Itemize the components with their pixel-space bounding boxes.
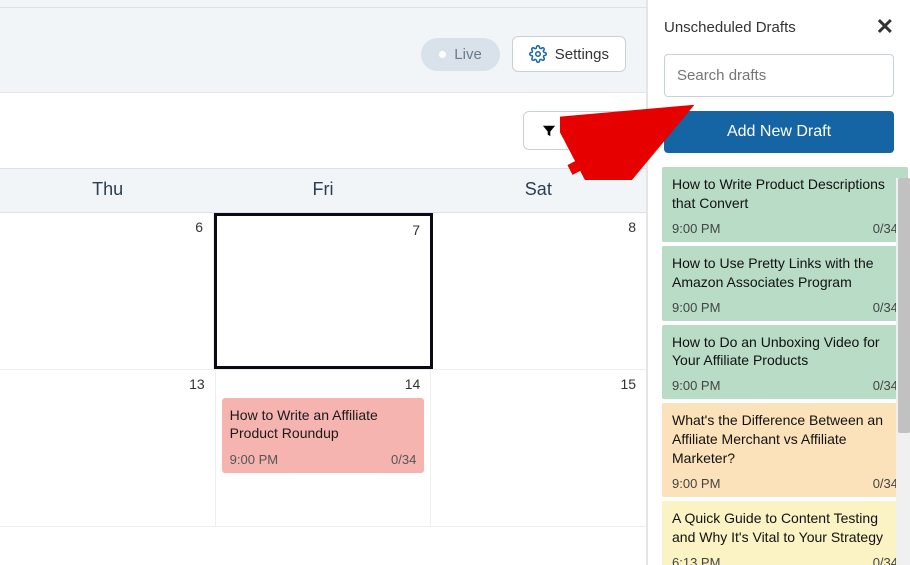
draft-title: How to Write Product Descriptions that C… [672, 175, 898, 213]
draft-card[interactable]: How to Write Product Descriptions that C… [662, 167, 908, 242]
cell-date: 13 [6, 376, 209, 392]
draft-title: A Quick Guide to Content Testing and Why… [672, 509, 898, 547]
filters-label: Filters [566, 122, 607, 139]
draft-title: What's the Difference Between an Affilia… [672, 411, 898, 468]
settings-label: Settings [555, 46, 609, 63]
search-input[interactable] [667, 57, 886, 94]
calendar-cell[interactable]: 6 [0, 213, 214, 369]
cell-date: 7 [223, 222, 424, 238]
calendar-cell[interactable]: 14 How to Write an Affiliate Product Rou… [216, 370, 432, 526]
toolbar: Filters [0, 93, 646, 168]
calendar-cell[interactable]: 15 [431, 370, 646, 526]
live-dot-icon [439, 51, 446, 58]
day-head-fri: Fri [215, 169, 430, 212]
calendar-grid: 6 7 8 13 14 How to [0, 213, 646, 527]
calendar-cell[interactable]: 13 [0, 370, 216, 526]
draft-card[interactable]: What's the Difference Between an Affilia… [662, 403, 908, 497]
event-title: How to Write an Affiliate Product Roundu… [230, 406, 417, 442]
live-button[interactable]: Live [421, 38, 500, 71]
event-count: 0/34 [391, 452, 416, 467]
draft-count: 0/34 [873, 476, 898, 491]
calendar-cell[interactable]: 8 [433, 213, 646, 369]
drafts-sidebar: Unscheduled Drafts ✕ Add New Draft How t… [648, 0, 910, 565]
draft-time: 9:00 PM [672, 221, 720, 236]
draft-count: 0/34 [873, 555, 898, 565]
draft-card[interactable]: A Quick Guide to Content Testing and Why… [662, 501, 908, 565]
scrollbar-track[interactable] [896, 178, 910, 565]
calendar-header: Thu Fri Sat [0, 168, 646, 213]
draft-title: How to Use Pretty Links with the Amazon … [672, 254, 898, 292]
draft-time: 9:00 PM [672, 378, 720, 393]
calendar-cell-selected[interactable]: 7 [214, 213, 433, 369]
draft-count: 0/34 [873, 221, 898, 236]
settings-button[interactable]: Settings [512, 36, 626, 72]
draft-count: 0/34 [873, 300, 898, 315]
drafts-list[interactable]: How to Write Product Descriptions that C… [648, 167, 910, 565]
close-icon[interactable]: ✕ [876, 14, 894, 40]
calendar-event[interactable]: How to Write an Affiliate Product Roundu… [222, 398, 425, 473]
day-head-sat: Sat [431, 169, 646, 212]
header-bar: Live Settings [0, 8, 646, 93]
cell-date: 6 [6, 219, 207, 235]
cell-date: 15 [437, 376, 640, 392]
gear-icon [529, 45, 547, 63]
draft-time: 6:13 PM [672, 555, 720, 565]
day-head-thu: Thu [0, 169, 215, 212]
funnel-icon [542, 124, 556, 138]
cell-date: 8 [439, 219, 640, 235]
draft-card[interactable]: How to Use Pretty Links with the Amazon … [662, 246, 908, 321]
draft-count: 0/34 [873, 378, 898, 393]
filters-button[interactable]: Filters [523, 111, 626, 150]
live-label: Live [454, 46, 482, 63]
scrollbar-thumb[interactable] [898, 178, 910, 433]
draft-time: 9:00 PM [672, 300, 720, 315]
search-box[interactable] [664, 54, 894, 97]
draft-time: 9:00 PM [672, 476, 720, 491]
add-new-draft-button[interactable]: Add New Draft [664, 111, 894, 153]
draft-title: How to Do an Unboxing Video for Your Aff… [672, 333, 898, 371]
draft-card[interactable]: How to Do an Unboxing Video for Your Aff… [662, 325, 908, 400]
sidebar-title: Unscheduled Drafts [664, 19, 796, 36]
cell-date: 14 [222, 376, 425, 392]
event-time: 9:00 PM [230, 452, 278, 467]
